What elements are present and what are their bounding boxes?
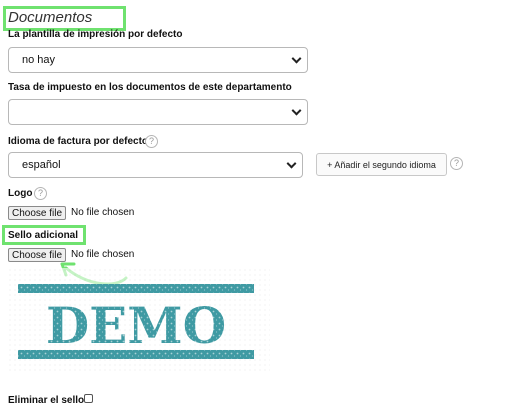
logo-label: Logo (8, 188, 33, 199)
help-icon[interactable]: ? (145, 135, 158, 148)
tax-rate-label: Tasa de impuesto en los documentos de es… (8, 82, 292, 93)
remove-stamp-checkbox[interactable] (84, 394, 93, 403)
print-template-label: La plantilla de impresión por defecto (8, 29, 183, 40)
chevron-down-icon (286, 158, 297, 169)
stamp-preview-text: DEMO (46, 296, 226, 355)
logo-file-status: No file chosen (71, 207, 135, 218)
invoice-language-label: Idioma de factura por defecto (8, 136, 149, 147)
stamp-label: Sello adicional (8, 230, 79, 241)
logo-choose-file-button[interactable]: Choose file (8, 206, 66, 220)
tax-rate-select[interactable] (8, 99, 308, 125)
invoice-language-value: español (22, 159, 61, 171)
invoice-language-select[interactable]: español (8, 152, 303, 178)
print-template-select[interactable]: no hay (8, 47, 308, 73)
chevron-down-icon (291, 105, 302, 116)
stamp-preview-image: DEMO (8, 268, 270, 374)
help-icon[interactable]: ? (450, 157, 463, 170)
remove-stamp-label: Eliminar el sello (8, 395, 85, 406)
print-template-value: no hay (22, 54, 56, 66)
help-icon[interactable]: ? (34, 187, 47, 200)
chevron-down-icon (291, 53, 302, 64)
add-second-language-button[interactable]: + Añadir el segundo idioma (316, 153, 447, 176)
section-title: Documentos (8, 9, 93, 26)
